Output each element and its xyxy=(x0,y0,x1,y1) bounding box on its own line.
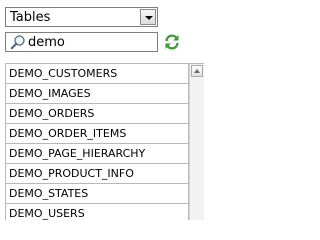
refresh-icon[interactable] xyxy=(163,33,181,51)
list-item[interactable]: DEMO_IMAGES xyxy=(6,84,189,104)
list-item[interactable]: DEMO_USERS xyxy=(6,204,189,220)
list-item[interactable]: DEMO_ORDER_ITEMS xyxy=(6,124,189,144)
object-type-value: Tables xyxy=(10,10,51,25)
object-list-rows: DEMO_CUSTOMERS DEMO_IMAGES DEMO_ORDERS DEMO… xyxy=(6,64,189,220)
list-item[interactable]: DEMO_STATES xyxy=(6,184,189,204)
list-item[interactable]: DEMO_PRODUCT_INFO xyxy=(6,164,189,184)
search-icon xyxy=(10,35,25,50)
object-list: DEMO_CUSTOMERS DEMO_IMAGES DEMO_ORDERS DEMO… xyxy=(5,63,204,220)
object-type-select[interactable]: Tables xyxy=(5,7,158,27)
search-field[interactable] xyxy=(5,32,158,52)
scroll-up-icon[interactable] xyxy=(191,65,203,77)
list-item[interactable]: DEMO_CUSTOMERS xyxy=(6,64,189,84)
object-browser-panel: Tables DEMO_CUSTOMERSDEMO_IMAGESDEMO_ORD… xyxy=(0,0,209,220)
vertical-scrollbar[interactable] xyxy=(189,64,204,220)
search-input[interactable] xyxy=(28,34,153,50)
list-item[interactable]: DEMO_ORDERS xyxy=(6,104,189,124)
chevron-down-icon[interactable] xyxy=(140,9,156,25)
list-item[interactable]: DEMO_PAGE_HIERARCHY xyxy=(6,144,189,164)
